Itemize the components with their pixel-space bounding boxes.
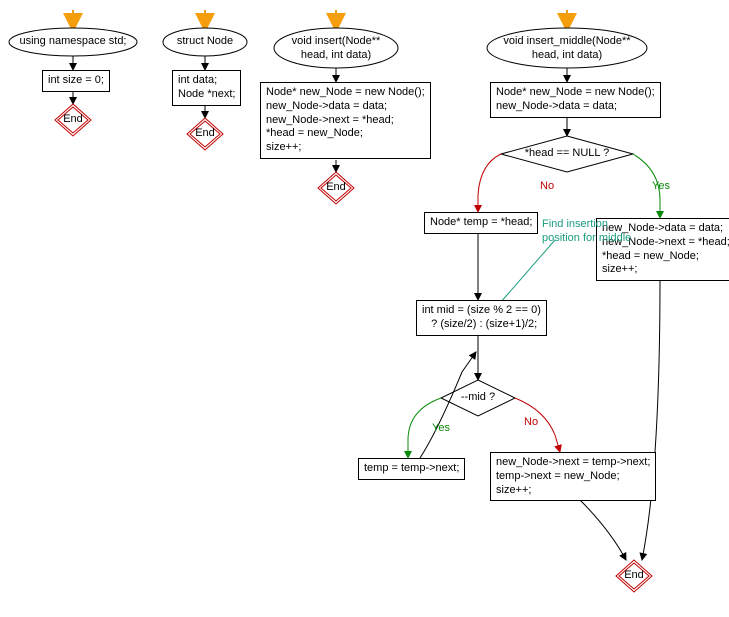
box-im-temp-next: temp = temp->next; xyxy=(358,458,465,480)
end-insert: End xyxy=(325,181,347,193)
box-insert-body: Node* new_Node = new Node(); new_Node->d… xyxy=(260,82,431,159)
annotation-find-insertion: Find insertion position for middle xyxy=(542,218,631,246)
decision-head-null: *head == NULL ? xyxy=(514,147,620,161)
box-im-temp: Node* temp = *head; xyxy=(424,212,538,234)
box-im-mid: int mid = (size % 2 == 0) ? (size/2) : (… xyxy=(416,300,547,336)
terminal-struct: struct Node xyxy=(170,35,240,49)
end-insert-middle: End xyxy=(623,569,645,581)
terminal-insert-text: void insert(Node** head, int data) xyxy=(292,35,381,61)
label-head-null-yes: Yes xyxy=(652,180,670,192)
terminal-insert-middle-text: void insert_middle(Node** head, int data… xyxy=(503,35,630,61)
box-node-fields: int data; Node *next; xyxy=(172,70,241,106)
decision-mid: --mid ? xyxy=(452,391,504,405)
terminal-namespace: using namespace std; xyxy=(12,35,134,49)
label-head-null-no: No xyxy=(540,180,554,192)
terminal-insert-middle: void insert_middle(Node** head, int data… xyxy=(498,35,636,63)
terminal-insert: void insert(Node** head, int data) xyxy=(284,35,388,63)
end-struct: End xyxy=(194,127,216,139)
end-namespace: End xyxy=(62,113,84,125)
box-im-new-node: Node* new_Node = new Node(); new_Node->d… xyxy=(490,82,661,118)
label-mid-no: No xyxy=(524,416,538,428)
label-mid-yes: Yes xyxy=(432,422,450,434)
box-im-no-block: new_Node->next = temp->next; temp->next … xyxy=(490,452,656,501)
box-size-decl: int size = 0; xyxy=(42,70,110,92)
